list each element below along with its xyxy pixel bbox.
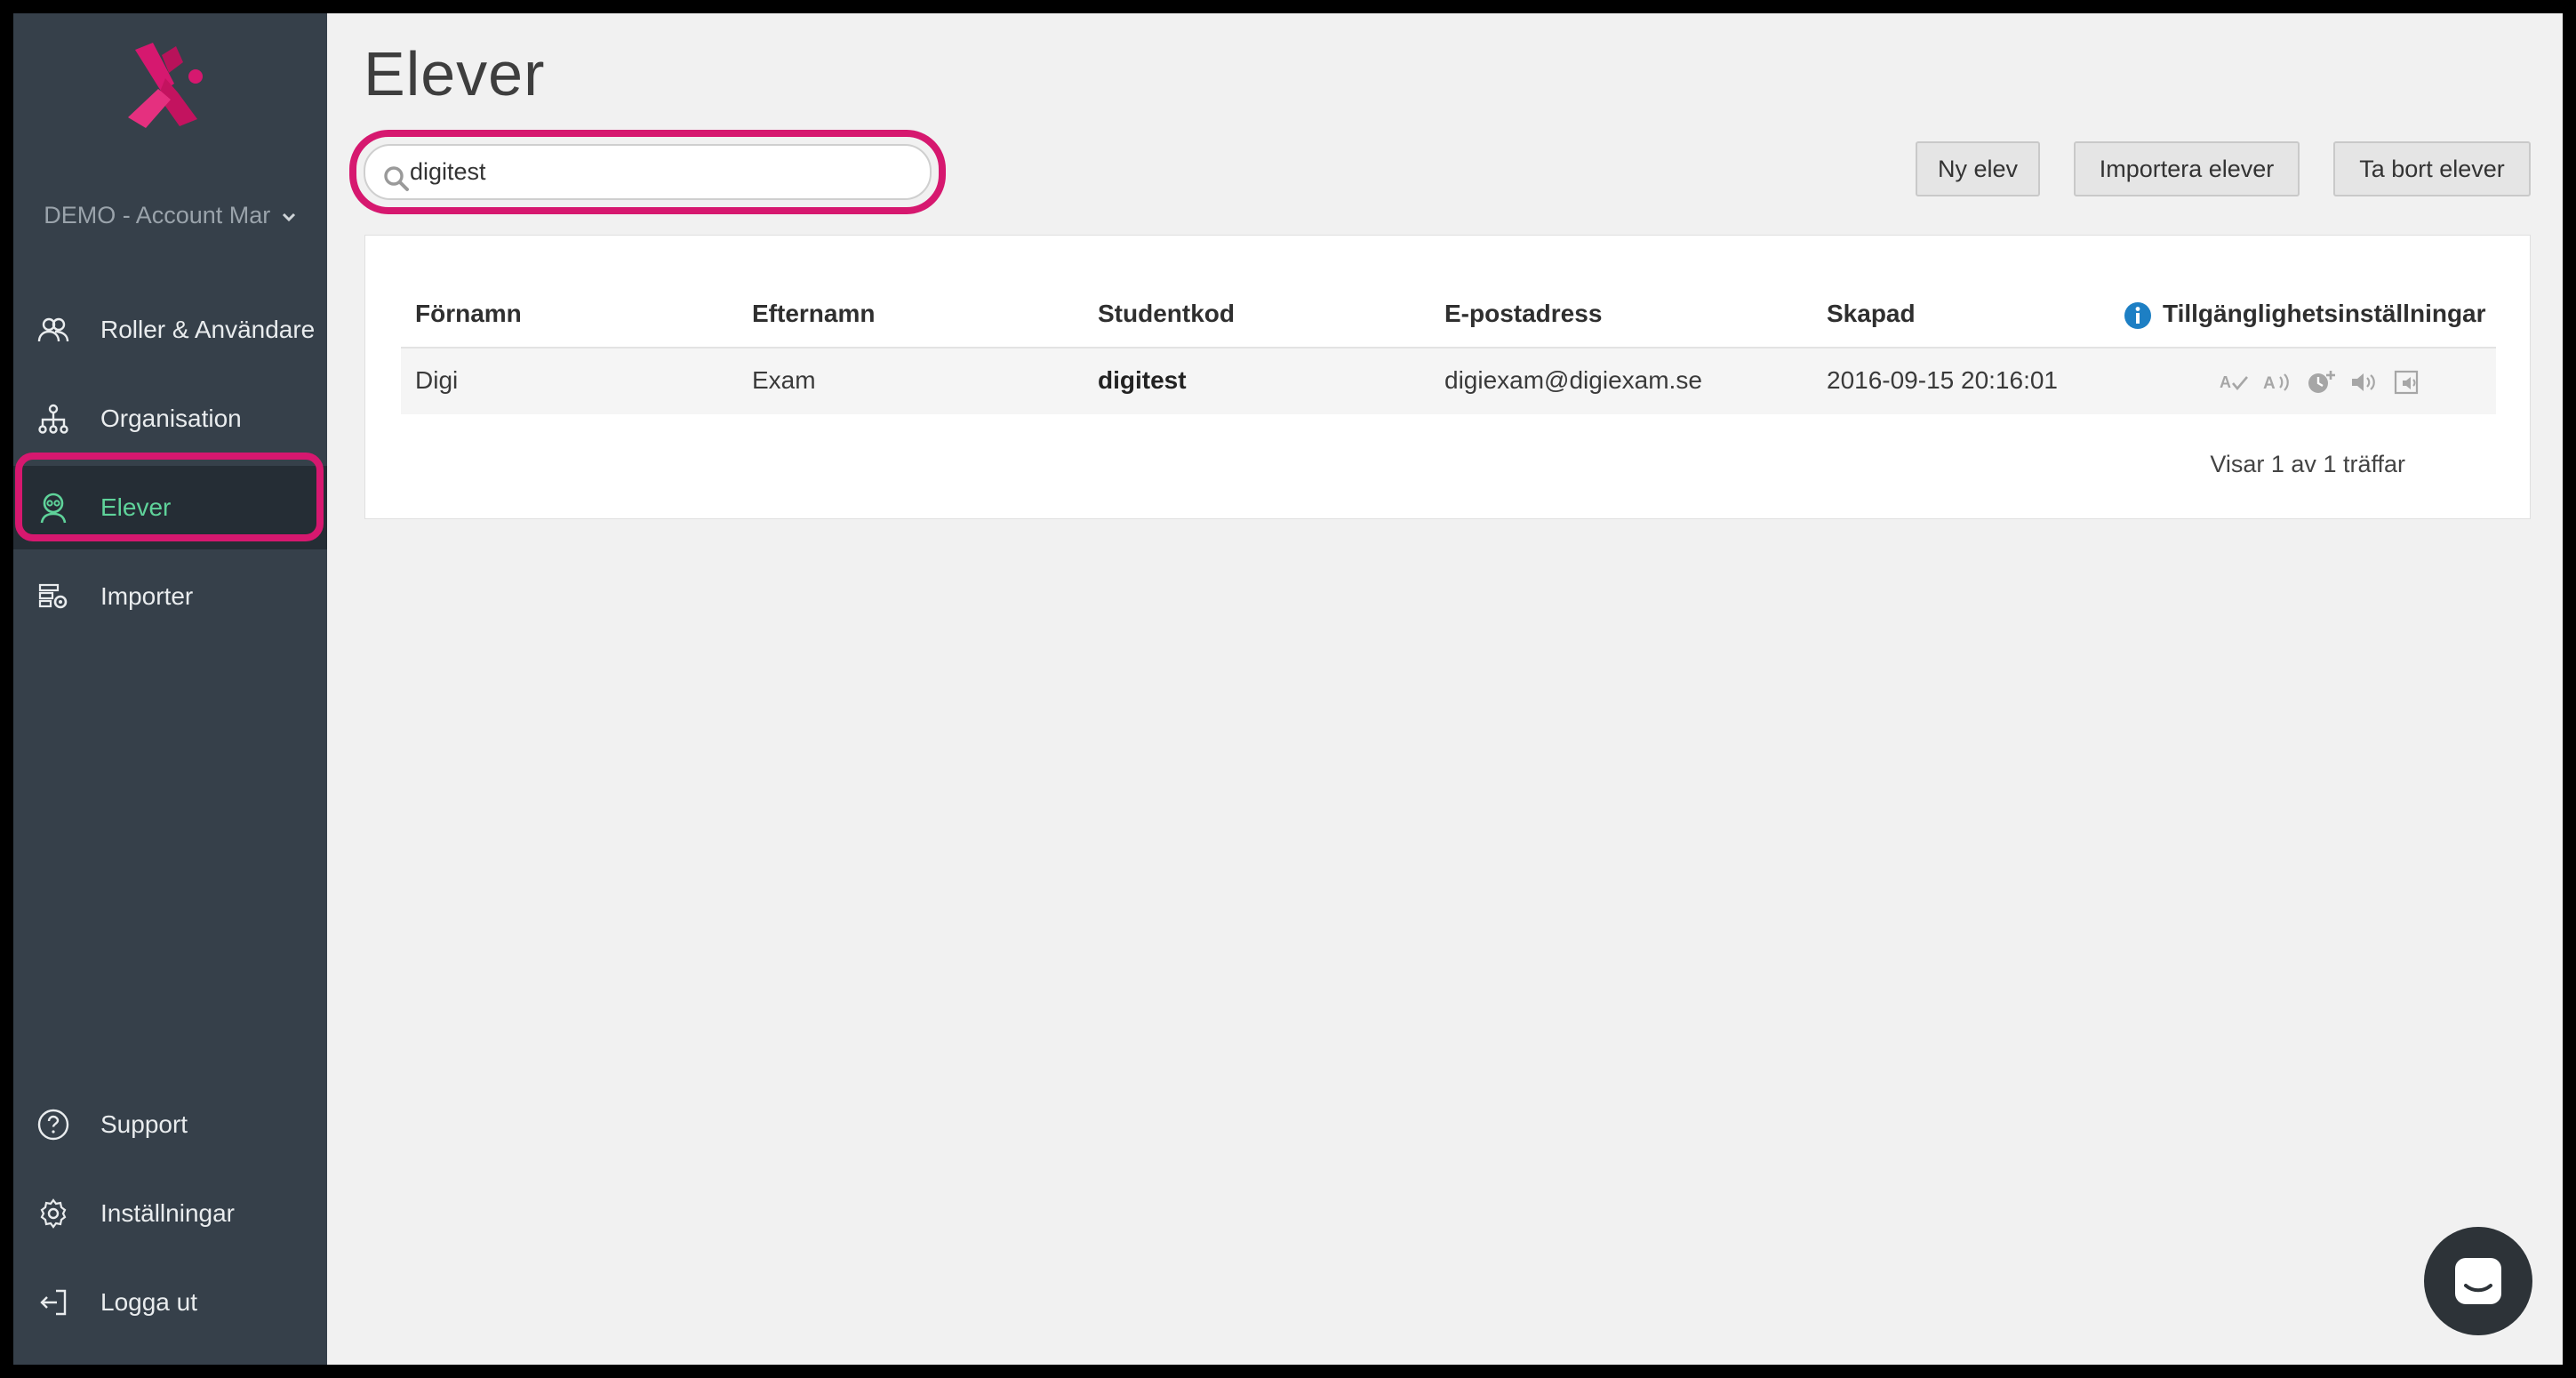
help-icon (36, 1107, 71, 1142)
sidebar-item-label: Elever (100, 493, 172, 521)
sidebar-item-label: Logga ut (100, 1288, 197, 1316)
org-chart-icon (36, 401, 71, 437)
sidebar-item-organisation[interactable]: Organisation (13, 377, 327, 461)
import-students-button[interactable]: Importera elever (2074, 141, 2300, 196)
delete-students-button[interactable]: Ta bort elever (2333, 141, 2531, 196)
logout-icon (36, 1285, 71, 1320)
chevron-down-icon (282, 212, 295, 221)
screen-reader-icon[interactable] (2394, 369, 2423, 396)
cell-student-code: digitest (1098, 366, 1187, 394)
column-header[interactable]: Tillgänglighetsinställningar (2163, 300, 2486, 328)
sidebar-item-label: Importer (100, 582, 194, 610)
accessibility-icons: A A (2220, 369, 2423, 396)
sidebar-item-importer[interactable]: Importer (13, 555, 327, 638)
sidebar-item-support[interactable]: Support (13, 1083, 327, 1166)
account-selector[interactable]: DEMO - Account Mar (13, 202, 327, 229)
text-to-speech-icon[interactable]: A (2263, 369, 2292, 396)
chat-launcher-button[interactable] (2424, 1227, 2532, 1335)
audio-icon[interactable] (2350, 369, 2380, 396)
sidebar-item-roles-users[interactable]: Roller & Användare (13, 288, 327, 372)
cell-first-name: Digi (415, 366, 459, 394)
page-title: Elever (364, 39, 546, 108)
cell-created: 2016-09-15 20:16:01 (1827, 366, 2058, 394)
search-input[interactable] (364, 144, 932, 200)
sidebar-item-label: Organisation (100, 405, 242, 432)
digiexam-logo (128, 43, 203, 128)
extra-time-icon[interactable] (2307, 369, 2336, 396)
column-header[interactable]: E-postadress (1444, 300, 1602, 328)
pagination-info: Visar 1 av 1 träffar (2210, 451, 2405, 477)
student-icon (36, 490, 71, 525)
users-icon (36, 312, 71, 348)
search-icon (384, 166, 409, 191)
sidebar-item-label: Roller & Användare (100, 316, 316, 343)
cell-last-name: Exam (752, 366, 816, 394)
sidebar-item-logout[interactable]: Logga ut (13, 1261, 327, 1344)
chat-icon (2455, 1258, 2501, 1304)
spellcheck-icon[interactable]: A (2220, 369, 2249, 396)
svg-text:A: A (2263, 374, 2276, 393)
sidebar-item-settings[interactable]: Inställningar (13, 1172, 327, 1255)
app-window: DEMO - Account Mar Roller & Användare Or… (13, 13, 2563, 1365)
column-header[interactable]: Studentkod (1098, 300, 1235, 328)
column-header[interactable]: Förnamn (415, 300, 522, 328)
import-icon (36, 579, 71, 614)
gear-icon (36, 1196, 71, 1231)
new-student-button[interactable]: Ny elev (1916, 141, 2040, 196)
sidebar: DEMO - Account Mar Roller & Användare Or… (13, 13, 327, 1365)
column-header[interactable]: Skapad (1827, 300, 1916, 328)
info-icon[interactable] (2124, 301, 2152, 330)
search-highlight (349, 130, 946, 214)
cell-email: digiexam@digiexam.se (1444, 366, 1702, 394)
column-header[interactable]: Efternamn (752, 300, 875, 328)
students-table: Förnamn Efternamn Studentkod E-postadres… (364, 235, 2531, 519)
sidebar-item-elever[interactable]: Elever (13, 466, 327, 549)
account-name: DEMO - Account Mar (44, 202, 271, 228)
sidebar-item-label: Support (100, 1110, 188, 1138)
sidebar-item-label: Inställningar (100, 1199, 235, 1227)
svg-text:A: A (2220, 373, 2231, 391)
